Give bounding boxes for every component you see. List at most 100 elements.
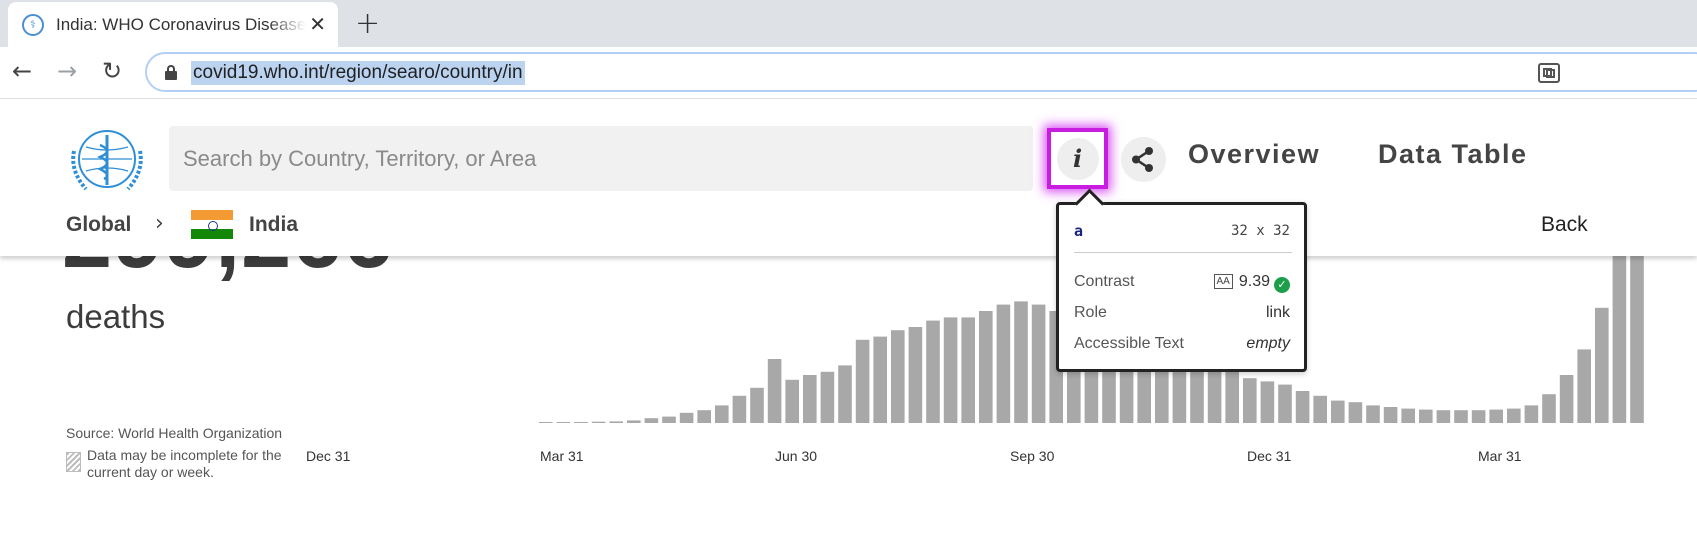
chart-bar [1419,409,1433,423]
close-tab-icon[interactable]: ✕ [309,12,326,36]
contrast-label: Contrast [1074,273,1135,290]
chart-bar [679,412,694,423]
chart-bar [1366,405,1380,423]
browser-tab[interactable]: ⚕ India: WHO Coronavirus Disease (COVID-… [8,2,338,47]
x-tick-label: Mar 31 [540,448,584,464]
aa-badge: AA [1213,274,1233,289]
chart-bar [873,336,887,423]
chart-bar [767,359,782,423]
info-icon: i [1056,137,1099,180]
chart-bar [1348,402,1363,423]
address-bar[interactable]: covid19.who.int/region/searo/country/in [145,52,1697,92]
share-icon[interactable] [1121,137,1166,182]
role-label: Role [1074,304,1107,321]
nav-overview-link[interactable]: Overview [1188,139,1320,170]
chart-bar [1313,395,1327,423]
contrast-value-group: AA 9.39 ✓ [1213,273,1290,293]
back-link[interactable]: Back [1541,213,1588,237]
chart-bar [1524,405,1539,423]
breadcrumb-india: India [249,213,299,236]
who-favicon-icon: ⚕ [22,13,44,36]
chart-bar [1542,394,1556,423]
chart-bar [803,375,817,423]
chart-bar [539,422,553,423]
chart-bar [1278,384,1292,423]
chart-bar [961,317,975,423]
chevron-right-icon: › [155,211,164,236]
inspector-tag: a [1074,222,1084,240]
chart-bar [1383,407,1398,423]
chart-bar [855,339,870,423]
chart-bar [591,421,606,423]
chart-bar [732,395,747,423]
browser-tab-bar: ⚕ India: WHO Coronavirus Disease (COVID-… [0,0,1697,47]
check-circle-icon: ✓ [1274,277,1290,293]
x-tick-label: Dec 31 [306,448,351,464]
info-button[interactable]: i [1047,128,1108,189]
inspector-size: 32 x 32 [1230,223,1290,239]
url-text[interactable]: covid19.who.int/region/searo/country/in [191,61,525,85]
chart-bar [1559,375,1574,423]
chart-bar [996,304,1011,423]
chart-bar [1295,391,1310,423]
chart-bar [1577,349,1591,423]
who-logo-icon[interactable] [66,121,148,197]
chart-bar [838,365,852,423]
chart-bar [979,311,993,423]
source-note: Source: World Health Organization [66,425,283,441]
nav-data-table-link[interactable]: Data Table [1378,139,1528,170]
chart-bar [1243,378,1257,423]
chart-bar [556,422,571,423]
role-value: link [1265,304,1290,321]
tab-title: India: WHO Coronavirus Disease (COVID-19… [56,14,306,34]
inspector-tooltip: a 32 x 32 Contrast AA 9.39 ✓ Role link Acc… [1056,202,1307,372]
contrast-value: 9.39 [1238,273,1270,290]
chart-bar [1331,400,1345,423]
incomplete-data-note: Data may be incomplete for the current d… [87,447,282,480]
chart-bar [1489,409,1503,423]
chart-bar [943,317,958,423]
accessible-text-label: Accessible Text [1074,335,1184,352]
chart-bar [926,320,940,423]
accessible-text-value: empty [1246,335,1290,352]
x-tick-label: Mar 31 [1478,448,1522,464]
chart-bar [1471,410,1486,423]
inspector-divider [1074,252,1292,253]
chart-bar [644,418,659,423]
chart-bar [1595,307,1609,423]
chart-bar [891,330,905,423]
new-tab-icon[interactable]: + [355,6,380,41]
chart-bar [662,416,676,423]
x-tick-label: Sep 30 [1010,448,1055,464]
chart-bar [697,410,711,423]
chart-bar [1031,304,1046,423]
india-flag-icon [191,210,233,239]
browser-toolbar: ← → ↻ covid19.who.int/region/searo/count… [0,47,1697,99]
chart-bar [1225,371,1239,423]
chart-bar [574,422,588,423]
forward-arrow-icon[interactable]: → [57,57,77,85]
chart-bar [1454,410,1468,423]
chart-bar [785,379,799,423]
qr-code-icon[interactable] [1538,63,1560,83]
chart-bar [1014,301,1028,423]
chart-bar [1401,408,1415,423]
back-arrow-icon[interactable]: ← [12,57,32,85]
chart-bar [627,420,641,423]
chart-bar [908,327,923,423]
chart-bar [1436,410,1451,423]
chart-bar [609,421,623,423]
site-header: i Overview Data Table Global › India Bac… [0,99,1697,256]
deaths-label: deaths [66,298,166,335]
search-box[interactable] [169,126,1033,191]
breadcrumb-global[interactable]: Global [66,213,131,237]
chart-bar [715,405,729,423]
chart-bar [1507,408,1521,423]
lock-icon[interactable] [165,65,177,80]
hatch-pattern-icon [66,452,81,472]
reload-icon[interactable]: ↻ [102,57,122,85]
chart-bar [1260,381,1275,423]
search-input[interactable] [183,126,1023,191]
chart-bar [750,387,764,423]
x-tick-label: Dec 31 [1247,448,1292,464]
